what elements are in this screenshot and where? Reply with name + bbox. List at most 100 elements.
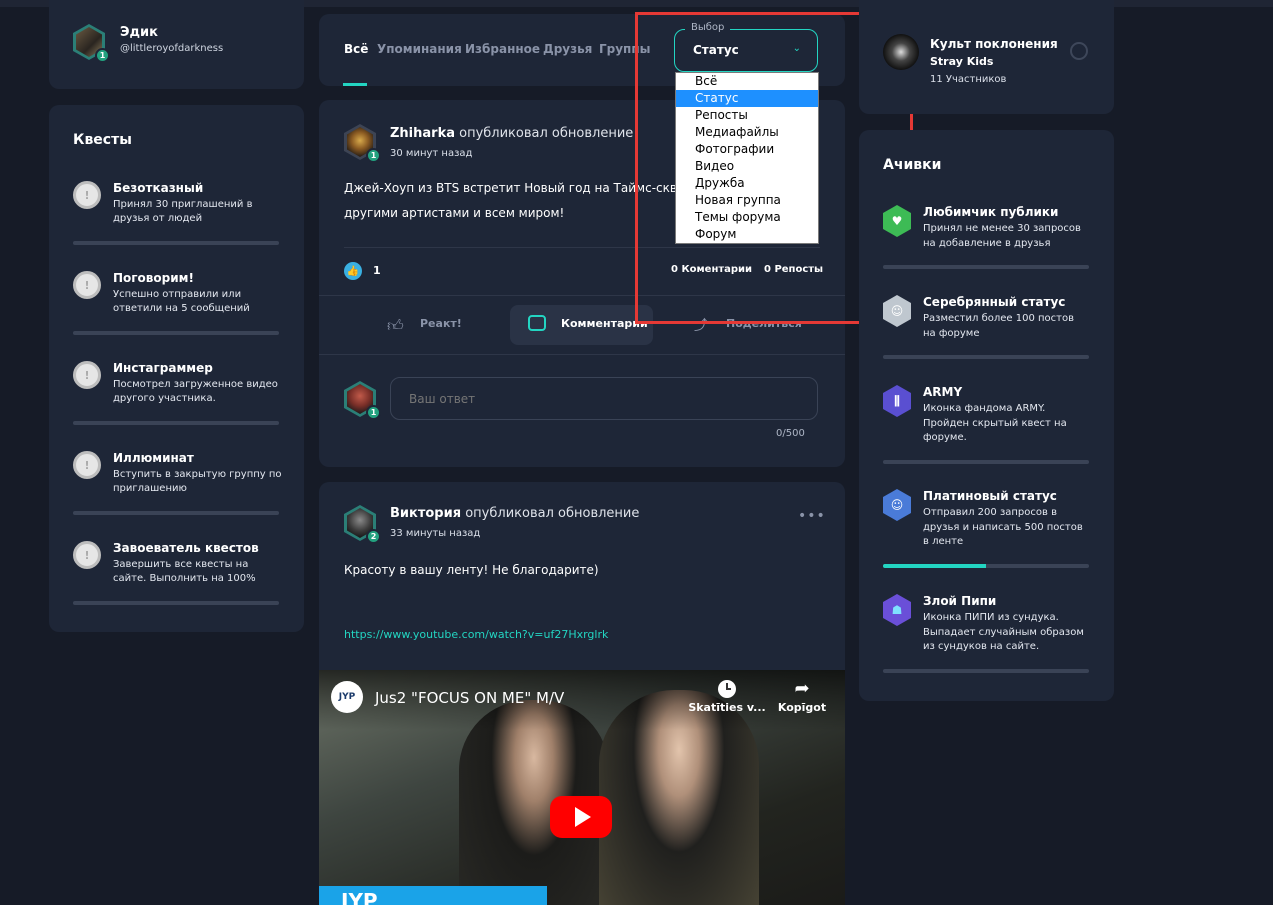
post-action: опубликовал обновление xyxy=(465,506,640,521)
achievement-progress xyxy=(883,564,1089,568)
quest-badge-icon: ! xyxy=(73,181,101,209)
quest-progress xyxy=(73,241,279,245)
divider xyxy=(319,354,845,355)
quest-desc: Вступить в закрытую группу по приглашени… xyxy=(113,469,282,494)
post-action: опубликовал обновление xyxy=(459,126,634,141)
char-counter: 0/500 xyxy=(776,428,805,439)
channel-logo-text: JYP xyxy=(338,692,356,702)
author-name[interactable]: Zhiharka xyxy=(390,126,455,141)
quest-desc: Посмотрел загруженное видео другого учас… xyxy=(113,379,278,404)
achievement-title: Серебрянный статус xyxy=(923,295,1066,309)
quests-card: Квесты ! Безотказный Принял 30 приглашен… xyxy=(49,105,304,632)
quest-badge-icon: ! xyxy=(73,451,101,479)
reply-input[interactable] xyxy=(390,377,818,420)
video-share-button[interactable]: ➦ Kopīgot xyxy=(767,680,837,715)
post-header: Виктория опубликовал обновление xyxy=(390,506,639,521)
achievement-desc: Иконка фандома ARMY. Пройден скрытый кве… xyxy=(923,403,1067,443)
thumbs-up-icon: 👍︎ xyxy=(387,316,404,335)
quest-badge-icon: ! xyxy=(73,271,101,299)
watch-later-label: Skatīties v... xyxy=(688,701,766,714)
tab-all[interactable]: Всё xyxy=(344,42,368,56)
video-title[interactable]: Jus2 "FOCUS ON ME" M/V xyxy=(375,689,564,707)
comment-icon xyxy=(528,315,546,331)
post-card: 2 Виктория опубликовал обновление 33 мин… xyxy=(319,482,845,905)
post-time: 30 минут назад xyxy=(390,148,473,159)
level-badge: 1 xyxy=(366,148,381,163)
profile-avatar[interactable]: 1 xyxy=(73,24,110,63)
achievement-title: Любимчик публики xyxy=(923,205,1059,219)
react-label: Реакт! xyxy=(420,317,462,330)
pipi-badge-icon: ☗ xyxy=(883,594,911,626)
quest-title: Безотказный xyxy=(113,181,204,195)
quest-progress xyxy=(73,601,279,605)
silver-badge-icon: ☺ xyxy=(883,295,911,327)
tab-friends[interactable]: Друзья xyxy=(543,42,592,56)
quest-desc: Принял 30 приглашений в друзья от людей xyxy=(113,199,253,224)
profile-card: 1 Эдик @littleroyofdarkness xyxy=(49,0,304,89)
quest-title: Иллюминат xyxy=(113,451,194,465)
achievements-title: Ачивки xyxy=(883,157,942,173)
quest-progress xyxy=(73,331,279,335)
like-icon[interactable]: 👍 xyxy=(344,262,362,280)
quest-progress xyxy=(73,421,279,425)
play-icon xyxy=(575,807,591,827)
level-badge: 2 xyxy=(366,529,381,544)
video-embed[interactable]: JYP Jus2 "FOCUS ON ME" M/V Skatīties v..… xyxy=(319,670,845,905)
react-button[interactable]: 👍︎ Реакт! xyxy=(387,305,507,345)
tab-mentions[interactable]: Упоминания xyxy=(377,42,462,56)
author-avatar[interactable]: 2 xyxy=(344,505,381,544)
profile-handle: @littleroyofdarkness xyxy=(120,43,224,54)
channel-logo[interactable]: JYP xyxy=(331,681,363,713)
author-avatar[interactable]: 1 xyxy=(344,124,381,163)
banner-text: JYP xyxy=(341,889,378,905)
video-share-label: Kopīgot xyxy=(777,701,827,714)
post-link[interactable]: https://www.youtube.com/watch?v=uf27Hxrg… xyxy=(344,628,608,641)
more-options-icon[interactable]: ••• xyxy=(798,508,826,524)
group-subname: Stray Kids xyxy=(930,55,994,68)
current-user-avatar: 1 xyxy=(344,381,381,420)
achievement-desc: Принял не менее 30 запросов на добавлени… xyxy=(923,223,1081,249)
quest-progress xyxy=(73,511,279,515)
quest-desc: Успешно отправили или ответили на 5 сооб… xyxy=(113,289,250,314)
quest-title: Поговорим! xyxy=(113,271,194,285)
group-card: Культ поклонения Stray Kids 11 Участнико… xyxy=(859,0,1114,114)
quest-badge-icon: ! xyxy=(73,541,101,569)
achievements-card: Ачивки ♥ Любимчик публики Принял не мене… xyxy=(859,130,1114,701)
achievement-title: Платиновый статус xyxy=(923,489,1057,503)
army-badge-icon: ⫼ xyxy=(883,385,911,417)
quest-desc: Завершить все квесты на сайте. Выполнить… xyxy=(113,559,256,584)
achievement-title: ARMY xyxy=(923,385,963,399)
play-button[interactable] xyxy=(550,796,612,838)
post-header: Zhiharka опубликовал обновление xyxy=(390,126,633,141)
post-time: 33 минуты назад xyxy=(390,528,481,539)
tab-active-indicator xyxy=(343,83,367,86)
group-avatar[interactable] xyxy=(883,34,919,70)
like-count: 1 xyxy=(373,264,381,277)
achievement-progress xyxy=(883,355,1089,359)
quest-title: Завоеватель квестов xyxy=(113,541,259,555)
author-name[interactable]: Виктория xyxy=(390,506,461,521)
quest-badge-icon: ! xyxy=(73,361,101,389)
platinum-badge-icon: ☺ xyxy=(883,489,911,521)
group-name[interactable]: Культ поклонения xyxy=(930,37,1058,51)
achievement-progress xyxy=(883,265,1089,269)
level-badge: 1 xyxy=(95,48,110,63)
achievement-title: Злой Пипи xyxy=(923,594,997,608)
watch-later-button[interactable]: Skatīties v... xyxy=(687,680,767,714)
heart-badge-icon: ♥ xyxy=(883,205,911,237)
comments-button[interactable]: Комментарии xyxy=(510,305,653,345)
profile-name[interactable]: Эдик xyxy=(120,25,158,40)
post-text: Красоту в вашу ленту! Не благодарите) xyxy=(344,563,599,577)
tab-favorites[interactable]: Избранное xyxy=(465,42,540,56)
group-members: 11 Участников xyxy=(930,74,1007,85)
quests-title: Квесты xyxy=(73,132,132,148)
achievement-progress xyxy=(883,669,1089,673)
clock-icon xyxy=(718,680,736,698)
group-join-icon[interactable] xyxy=(1070,42,1088,60)
achievement-desc: Разместил более 100 постов на форуме xyxy=(923,313,1074,339)
level-badge: 1 xyxy=(366,405,381,420)
video-banner: JYP xyxy=(319,886,547,905)
achievement-desc: Отправил 200 запросов в друзья и написат… xyxy=(923,507,1083,547)
achievement-progress xyxy=(883,460,1089,464)
achievement-desc: Иконка ПИПИ из сундука. Выпадает случайн… xyxy=(923,612,1084,652)
